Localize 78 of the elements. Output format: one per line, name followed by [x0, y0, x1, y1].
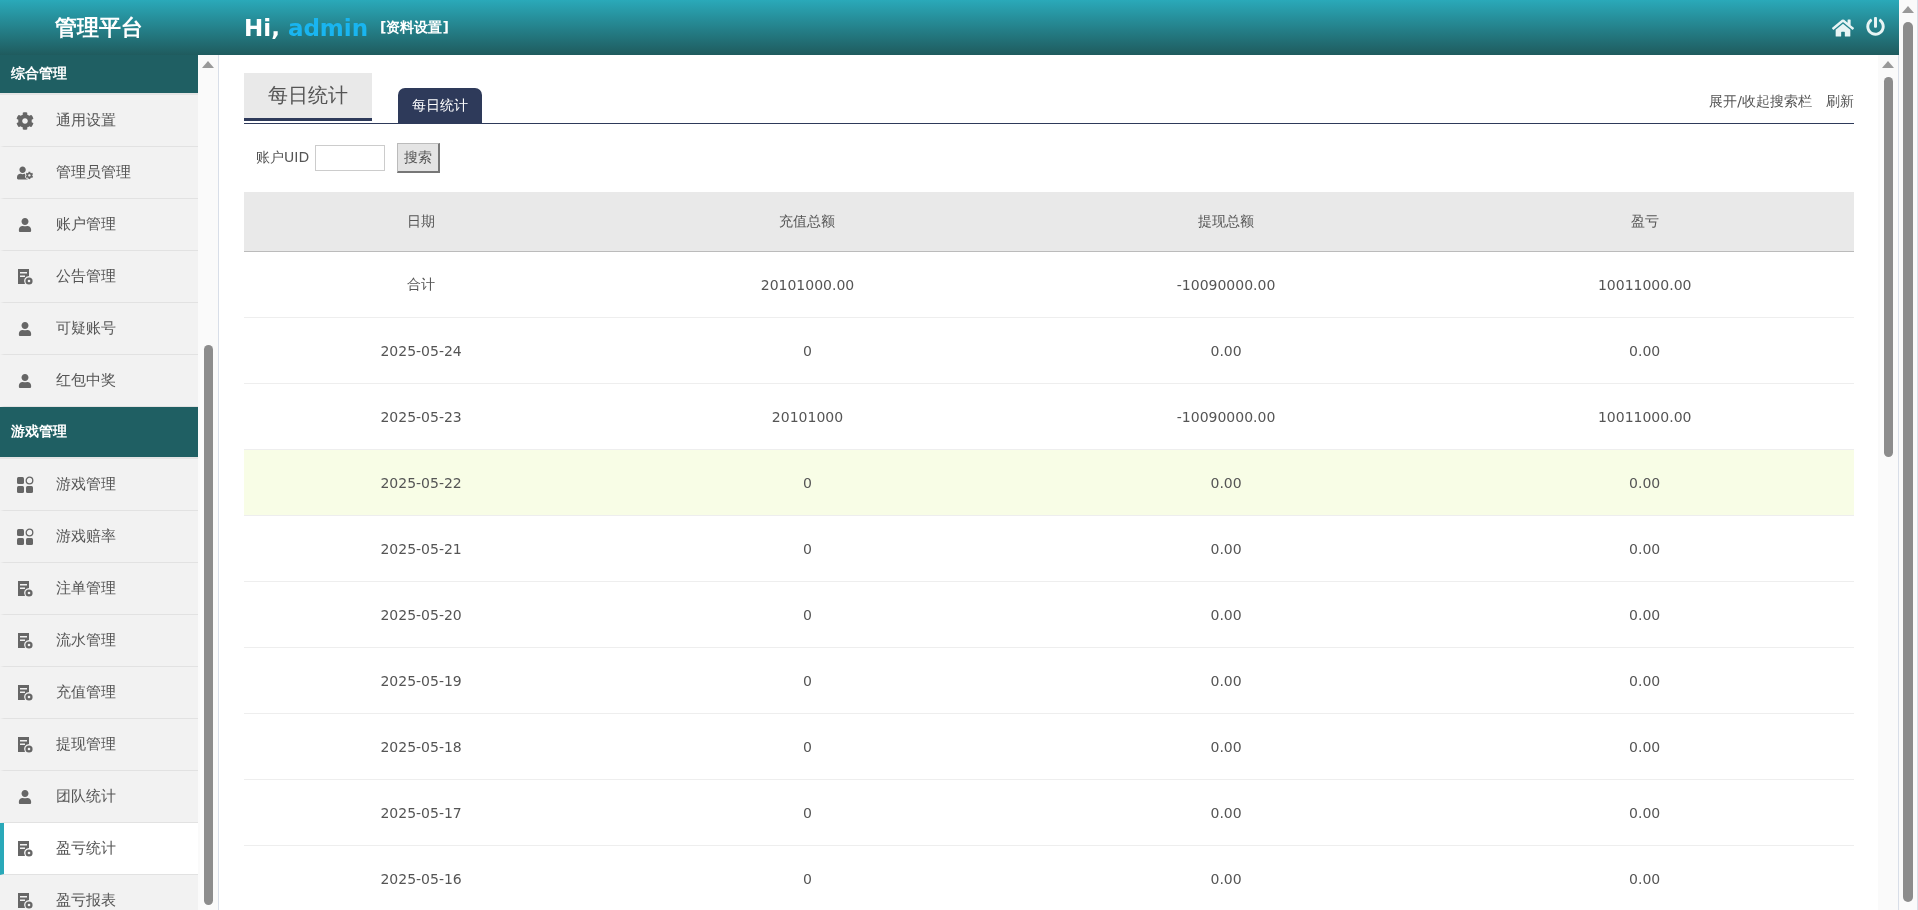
user-gear-icon	[17, 164, 33, 181]
document-icon	[17, 891, 33, 910]
document-icon	[17, 631, 33, 650]
table-cell: 0.00	[1435, 845, 1854, 910]
table-cell: 0	[598, 713, 1017, 780]
table-cell: 0.00	[1435, 581, 1854, 648]
table-cell: 2025-05-19	[244, 647, 599, 714]
table-cell: 0	[598, 515, 1017, 582]
table-cell: 0.00	[1435, 317, 1854, 384]
power-icon[interactable]	[1866, 16, 1885, 39]
table-cell: 0.00	[1435, 713, 1854, 780]
toolbar-link[interactable]: 刷新	[1826, 93, 1854, 111]
table-cell: 2025-05-16	[244, 845, 599, 910]
table-cell: 0.00	[1435, 779, 1854, 846]
field-label: 账户UID	[256, 149, 310, 167]
table-cell: 0.00	[1435, 647, 1854, 714]
table-cell: -10090000.00	[1016, 383, 1436, 450]
table-cell: 2025-05-23	[244, 383, 599, 450]
document-icon	[17, 735, 33, 754]
document-icon	[17, 579, 33, 598]
table-cell: 2025-05-20	[244, 581, 599, 648]
table-cell: 0.00	[1016, 779, 1436, 846]
table-cell: 0.00	[1435, 449, 1854, 516]
table-cell: 合计	[244, 251, 599, 318]
search-button[interactable]: 搜索	[397, 143, 441, 173]
grid-icon	[16, 475, 34, 494]
table-cell: 0	[598, 779, 1017, 846]
app-title: 管理平台	[54, 13, 144, 42]
user-icon	[18, 373, 32, 388]
document-icon	[17, 683, 33, 702]
document-icon	[17, 839, 33, 858]
table-cell: -10090000.00	[1016, 251, 1436, 318]
column-header: 充值总额	[598, 192, 1017, 252]
table-cell: 0	[598, 449, 1017, 516]
sidebar-scrollbar[interactable]	[198, 55, 219, 910]
table-cell: 2025-05-22	[244, 449, 599, 516]
table-cell: 2025-05-24	[244, 317, 599, 384]
table-cell: 0.00	[1016, 449, 1436, 516]
page-title: 每日统计	[244, 73, 372, 121]
table-cell: 0.00	[1016, 581, 1436, 648]
table-cell: 0.00	[1016, 317, 1436, 384]
profile-link[interactable]: [资料设置]	[380, 18, 449, 37]
table-cell: 0.00	[1435, 515, 1854, 582]
content-scrollbar[interactable]	[1878, 55, 1899, 910]
toolbar-link[interactable]: 展开/收起搜索栏	[1709, 93, 1812, 111]
column-header: 提现总额	[1016, 192, 1436, 252]
table-cell: 2025-05-18	[244, 713, 599, 780]
table-cell: 0.00	[1016, 845, 1436, 910]
sidebar-item[interactable]: 盈亏统计	[0, 823, 198, 875]
user-icon	[18, 789, 32, 804]
table-cell: 2025-05-21	[244, 515, 599, 582]
table-cell: 0	[598, 317, 1017, 384]
document-icon	[17, 267, 33, 286]
table-cell: 0	[598, 845, 1017, 910]
sidebar-group-title[interactable]: 综合管理	[0, 55, 198, 95]
page-scrollbar[interactable]	[1899, 0, 1918, 910]
column-header: 盈亏	[1435, 192, 1854, 252]
table-cell: 0.00	[1016, 647, 1436, 714]
table-cell: 20101000.00	[598, 251, 1017, 318]
table-cell: 10011000.00	[1435, 383, 1854, 450]
table-cell: 0.00	[1016, 713, 1436, 780]
table-cell: 0.00	[1016, 515, 1436, 582]
uid-input-field[interactable]	[315, 145, 386, 171]
table-cell: 20101000	[598, 383, 1017, 450]
table-cell: 2025-05-17	[244, 779, 599, 846]
table-cell: 10011000.00	[1435, 251, 1854, 318]
sidebar-group-title[interactable]: 游戏管理	[0, 407, 198, 459]
user-icon	[18, 217, 32, 232]
column-header: 日期	[244, 192, 599, 252]
table-cell: 0	[598, 581, 1017, 648]
table-cell: 0	[598, 647, 1017, 714]
tab[interactable]: 每日统计	[398, 88, 482, 123]
user-icon	[18, 321, 32, 336]
greeting: Hi,	[244, 14, 280, 41]
settings-icon	[16, 111, 34, 130]
home-icon[interactable]	[1832, 16, 1854, 39]
user-name: admin	[287, 14, 369, 41]
grid-icon	[16, 527, 34, 546]
